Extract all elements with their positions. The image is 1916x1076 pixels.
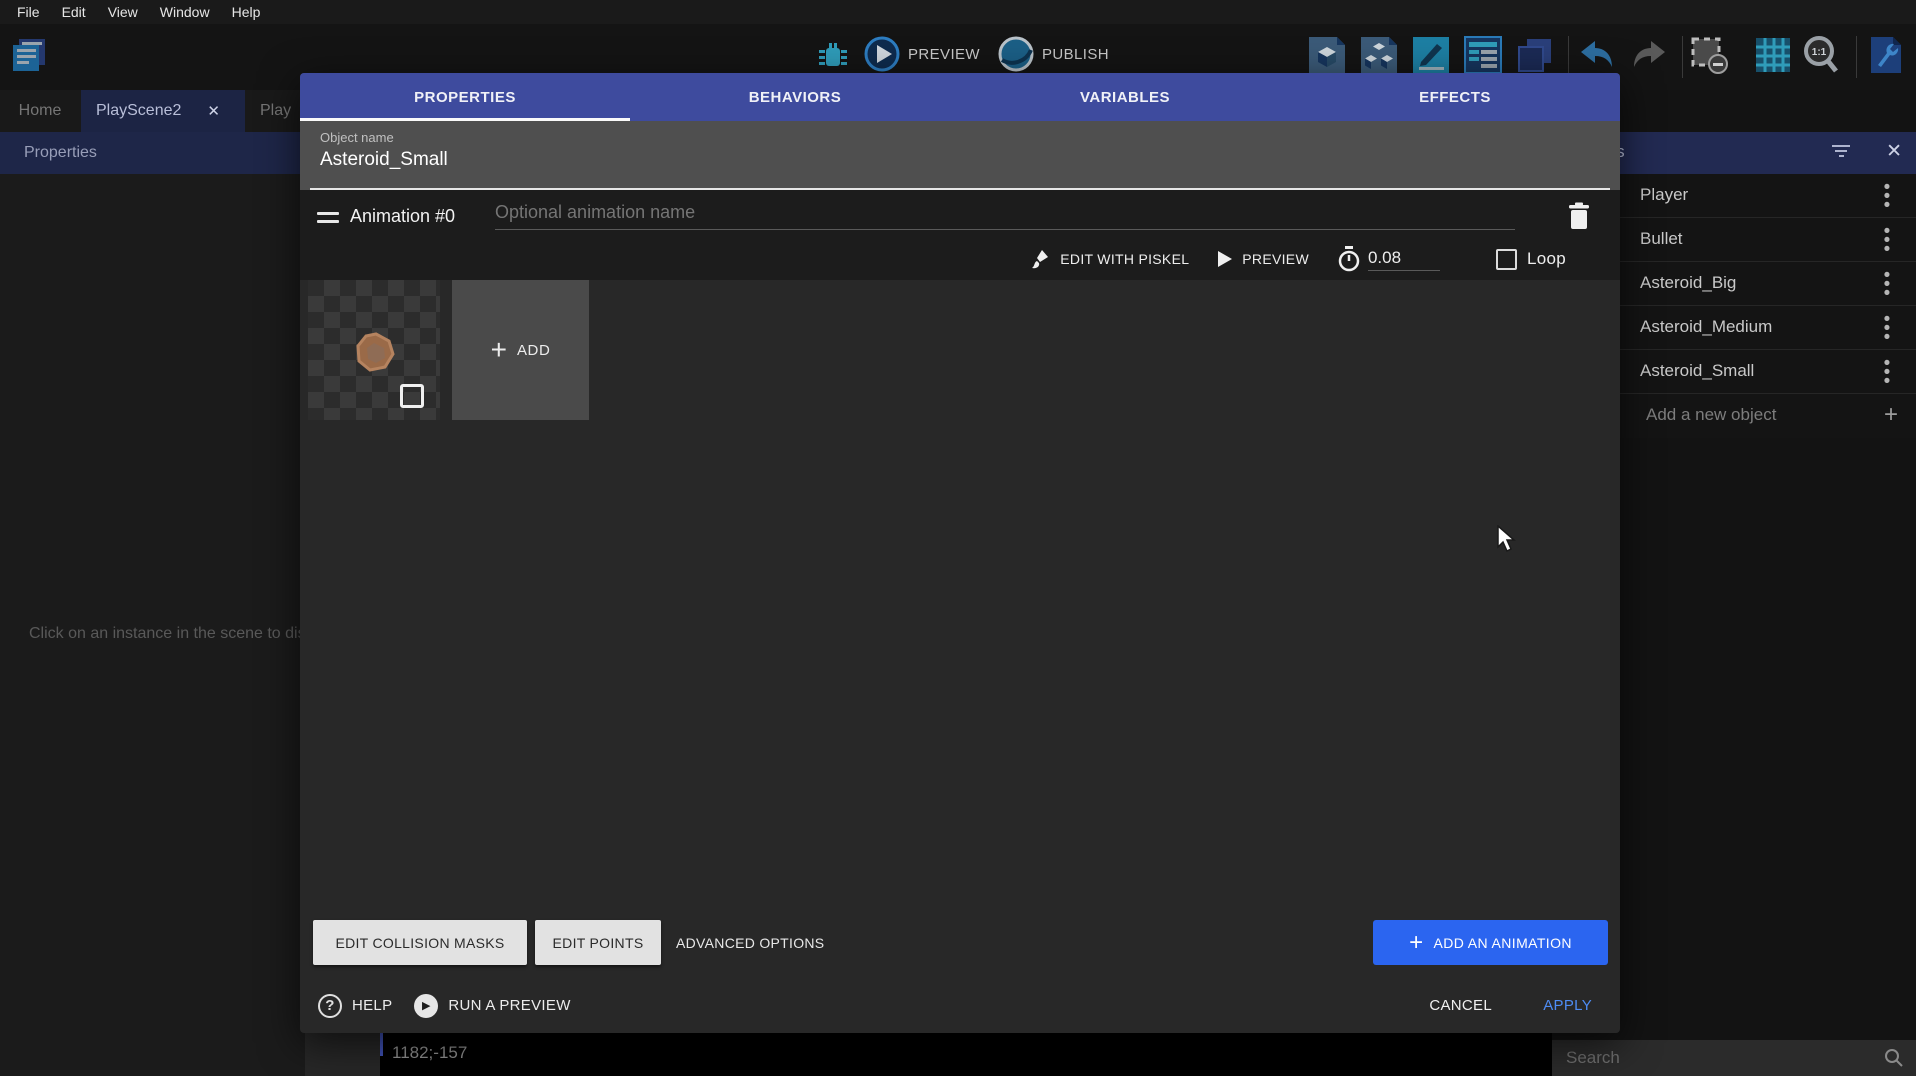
- edit-collision-masks-button[interactable]: EDIT COLLISION MASKS: [313, 920, 527, 965]
- run-a-preview-button[interactable]: ▶ RUN A PREVIEW: [414, 994, 570, 1018]
- dialog-tab-bar: PROPERTIES BEHAVIORS VARIABLES EFFECTS: [300, 73, 1620, 121]
- tab-close-icon[interactable]: ✕: [207, 102, 220, 120]
- scene-status-bar: 1182;-157: [380, 1030, 1560, 1076]
- edit-points-button[interactable]: EDIT POINTS: [535, 920, 661, 965]
- menu-file[interactable]: File: [6, 4, 51, 20]
- zoom-1-1-icon[interactable]: 1:1: [1800, 34, 1842, 76]
- frame-select-checkbox[interactable]: [400, 384, 424, 408]
- scene-editor-edge: [305, 1033, 389, 1076]
- add-object-icon[interactable]: [1306, 34, 1348, 76]
- loop-label: Loop: [1527, 249, 1566, 269]
- play-icon: [1217, 250, 1233, 268]
- brush-icon: [1031, 248, 1051, 270]
- play-circle-icon: ▶: [414, 994, 438, 1018]
- properties-empty-message: Click on an instance in the scene to dis…: [15, 620, 305, 647]
- menu-view[interactable]: View: [97, 4, 149, 20]
- tab-properties[interactable]: PROPERTIES: [300, 73, 630, 121]
- stopwatch-icon: [1337, 246, 1361, 272]
- filter-icon[interactable]: [1831, 145, 1851, 161]
- time-between-frames-input[interactable]: [1368, 248, 1440, 271]
- drag-handle-icon[interactable]: [317, 212, 339, 228]
- object-name-input[interactable]: [320, 149, 1020, 171]
- cancel-button[interactable]: CANCEL: [1429, 997, 1492, 1014]
- delete-animation-button[interactable]: [1568, 202, 1590, 235]
- object-menu-icon[interactable]: •••: [1880, 359, 1894, 386]
- object-name-label: Object name: [320, 130, 394, 145]
- animation-frame-thumbnail[interactable]: [308, 280, 440, 420]
- tab-effects[interactable]: EFFECTS: [1290, 73, 1620, 121]
- animation-controls: EDIT WITH PISKEL PREVIEW: [1022, 242, 1575, 276]
- panel-close-icon[interactable]: ✕: [1886, 140, 1902, 163]
- apply-button[interactable]: APPLY: [1543, 997, 1592, 1014]
- preview-animation-button[interactable]: PREVIEW: [1208, 250, 1318, 268]
- animation-title: Animation #0: [350, 206, 455, 227]
- events-sheet-icon[interactable]: [1462, 34, 1504, 76]
- plus-icon: +: [491, 340, 507, 360]
- properties-panel: Properties Click on an instance in the s…: [0, 132, 305, 1076]
- toolbar-separator: [1568, 36, 1569, 78]
- objects-list-icon[interactable]: [1358, 34, 1400, 76]
- svg-text:1:1: 1:1: [1812, 47, 1827, 58]
- external-layout-icon[interactable]: [1514, 34, 1556, 76]
- undo-icon[interactable]: [1576, 34, 1618, 76]
- menu-help[interactable]: Help: [221, 4, 272, 20]
- toolbar-separator: [1682, 36, 1683, 78]
- dialog-actions: EDIT COLLISION MASKS EDIT POINTS ADVANCE…: [300, 920, 1620, 965]
- menu-edit[interactable]: Edit: [51, 4, 97, 20]
- plus-icon: +: [1409, 934, 1423, 952]
- add-frame-button[interactable]: + ADD: [452, 280, 589, 420]
- tab-home[interactable]: Home: [0, 90, 80, 132]
- publish-label: PUBLISH: [1042, 46, 1109, 63]
- object-editor-dialog: PROPERTIES BEHAVIORS VARIABLES EFFECTS O…: [300, 73, 1620, 1033]
- object-name-block: Object name: [300, 121, 1620, 190]
- time-between-frames-field: [1328, 246, 1449, 272]
- tab-playscene2[interactable]: PlayScene2 ✕: [81, 90, 245, 132]
- dialog-footer: ? HELP ▶ RUN A PREVIEW CANCEL APPLY: [300, 978, 1620, 1033]
- deselect-icon[interactable]: [1688, 34, 1730, 76]
- objects-search-bar: [1552, 1040, 1916, 1076]
- loop-toggle[interactable]: Loop: [1487, 249, 1575, 270]
- publish-globe-icon: [998, 36, 1034, 72]
- add-an-animation-button[interactable]: + ADD AN ANIMATION: [1373, 920, 1608, 965]
- properties-panel-title: Properties: [24, 144, 97, 162]
- debug-icon[interactable]: [812, 36, 854, 78]
- help-button[interactable]: ? HELP: [318, 994, 392, 1018]
- project-settings-icon[interactable]: [1864, 34, 1906, 76]
- preview-button[interactable]: PREVIEW: [864, 36, 980, 72]
- tab-variables[interactable]: VARIABLES: [960, 73, 1290, 121]
- help-icon: ?: [318, 994, 342, 1018]
- preview-play-icon: [864, 36, 900, 72]
- object-menu-icon[interactable]: •••: [1880, 271, 1894, 298]
- search-icon: [1884, 1048, 1904, 1068]
- edit-scene-icon[interactable]: [1410, 34, 1452, 76]
- cursor-coordinates: 1182;-157: [392, 1043, 467, 1063]
- advanced-options-button[interactable]: ADVANCED OPTIONS: [676, 920, 824, 965]
- grid-icon[interactable]: [1752, 34, 1794, 76]
- status-accent: [380, 1030, 383, 1056]
- toolbar-separator: [1856, 36, 1857, 78]
- object-menu-icon[interactable]: •••: [1880, 315, 1894, 342]
- objects-search-input[interactable]: [1566, 1044, 1866, 1072]
- loop-checkbox[interactable]: [1496, 249, 1517, 270]
- properties-panel-header: Properties: [0, 132, 305, 174]
- edit-with-piskel-button[interactable]: EDIT WITH PISKEL: [1022, 248, 1198, 270]
- menu-window[interactable]: Window: [149, 4, 221, 20]
- redo-icon[interactable]: [1628, 34, 1670, 76]
- gdevelop-window: File Edit View Window Help: [0, 0, 1916, 1076]
- menu-bar: File Edit View Window Help: [0, 0, 1916, 24]
- publish-button[interactable]: PUBLISH: [998, 36, 1109, 72]
- animation-header: Animation #0 EDIT WITH PISKEL: [300, 190, 1620, 280]
- tab-behaviors[interactable]: BEHAVIORS: [630, 73, 960, 121]
- plus-icon: +: [1884, 401, 1898, 429]
- animation-name-input[interactable]: [495, 202, 1515, 230]
- object-menu-icon[interactable]: •••: [1880, 227, 1894, 254]
- project-manager-icon[interactable]: [8, 34, 50, 76]
- trash-icon: [1568, 202, 1590, 230]
- object-menu-icon[interactable]: •••: [1880, 183, 1894, 210]
- preview-label: PREVIEW: [908, 46, 980, 63]
